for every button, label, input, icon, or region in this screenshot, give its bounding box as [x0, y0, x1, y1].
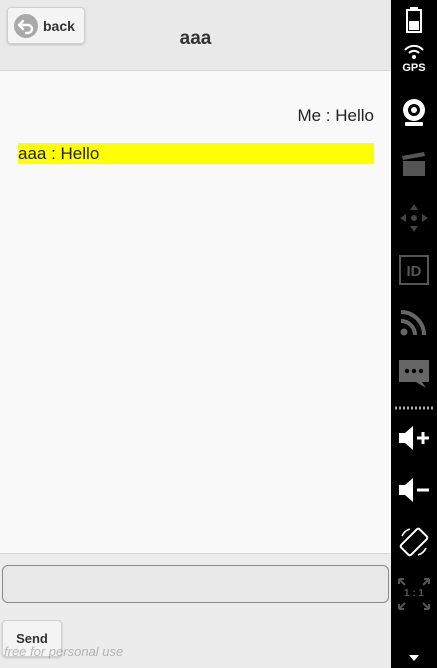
app-header: back aaa [0, 0, 391, 71]
gps-label: GPS [402, 62, 426, 74]
volume-up-icon[interactable] [394, 418, 434, 458]
svg-text:ID: ID [407, 263, 422, 280]
gps-icon[interactable] [394, 38, 434, 64]
sms-icon[interactable] [394, 354, 434, 394]
id-icon[interactable]: ID [394, 250, 434, 290]
watermark: free for personal use [4, 644, 124, 659]
camera-icon[interactable] [394, 93, 434, 133]
message-received: aaa : Hello [18, 143, 374, 164]
battery-icon [394, 0, 434, 40]
video-icon[interactable] [394, 144, 434, 184]
volume-down-icon[interactable] [394, 470, 434, 510]
scale-label: 1 : 1 [403, 588, 424, 599]
message-sent: Me : Hello [297, 106, 374, 125]
rotate-icon[interactable] [394, 522, 434, 562]
divider-dots [394, 402, 434, 414]
chat-area: Me : Hello aaa : Hello [0, 71, 391, 553]
rss-icon[interactable] [394, 302, 434, 342]
menu-caret-icon[interactable] [394, 648, 434, 668]
emulator-sidebar: GPS ID 1: 1 [391, 0, 437, 668]
page-title: aaa [179, 28, 212, 49]
message-input[interactable] [2, 565, 389, 603]
phone-screen: back aaa Me : Hello aaa : Hello Send fre… [0, 0, 391, 668]
dpad-icon[interactable] [394, 198, 434, 238]
